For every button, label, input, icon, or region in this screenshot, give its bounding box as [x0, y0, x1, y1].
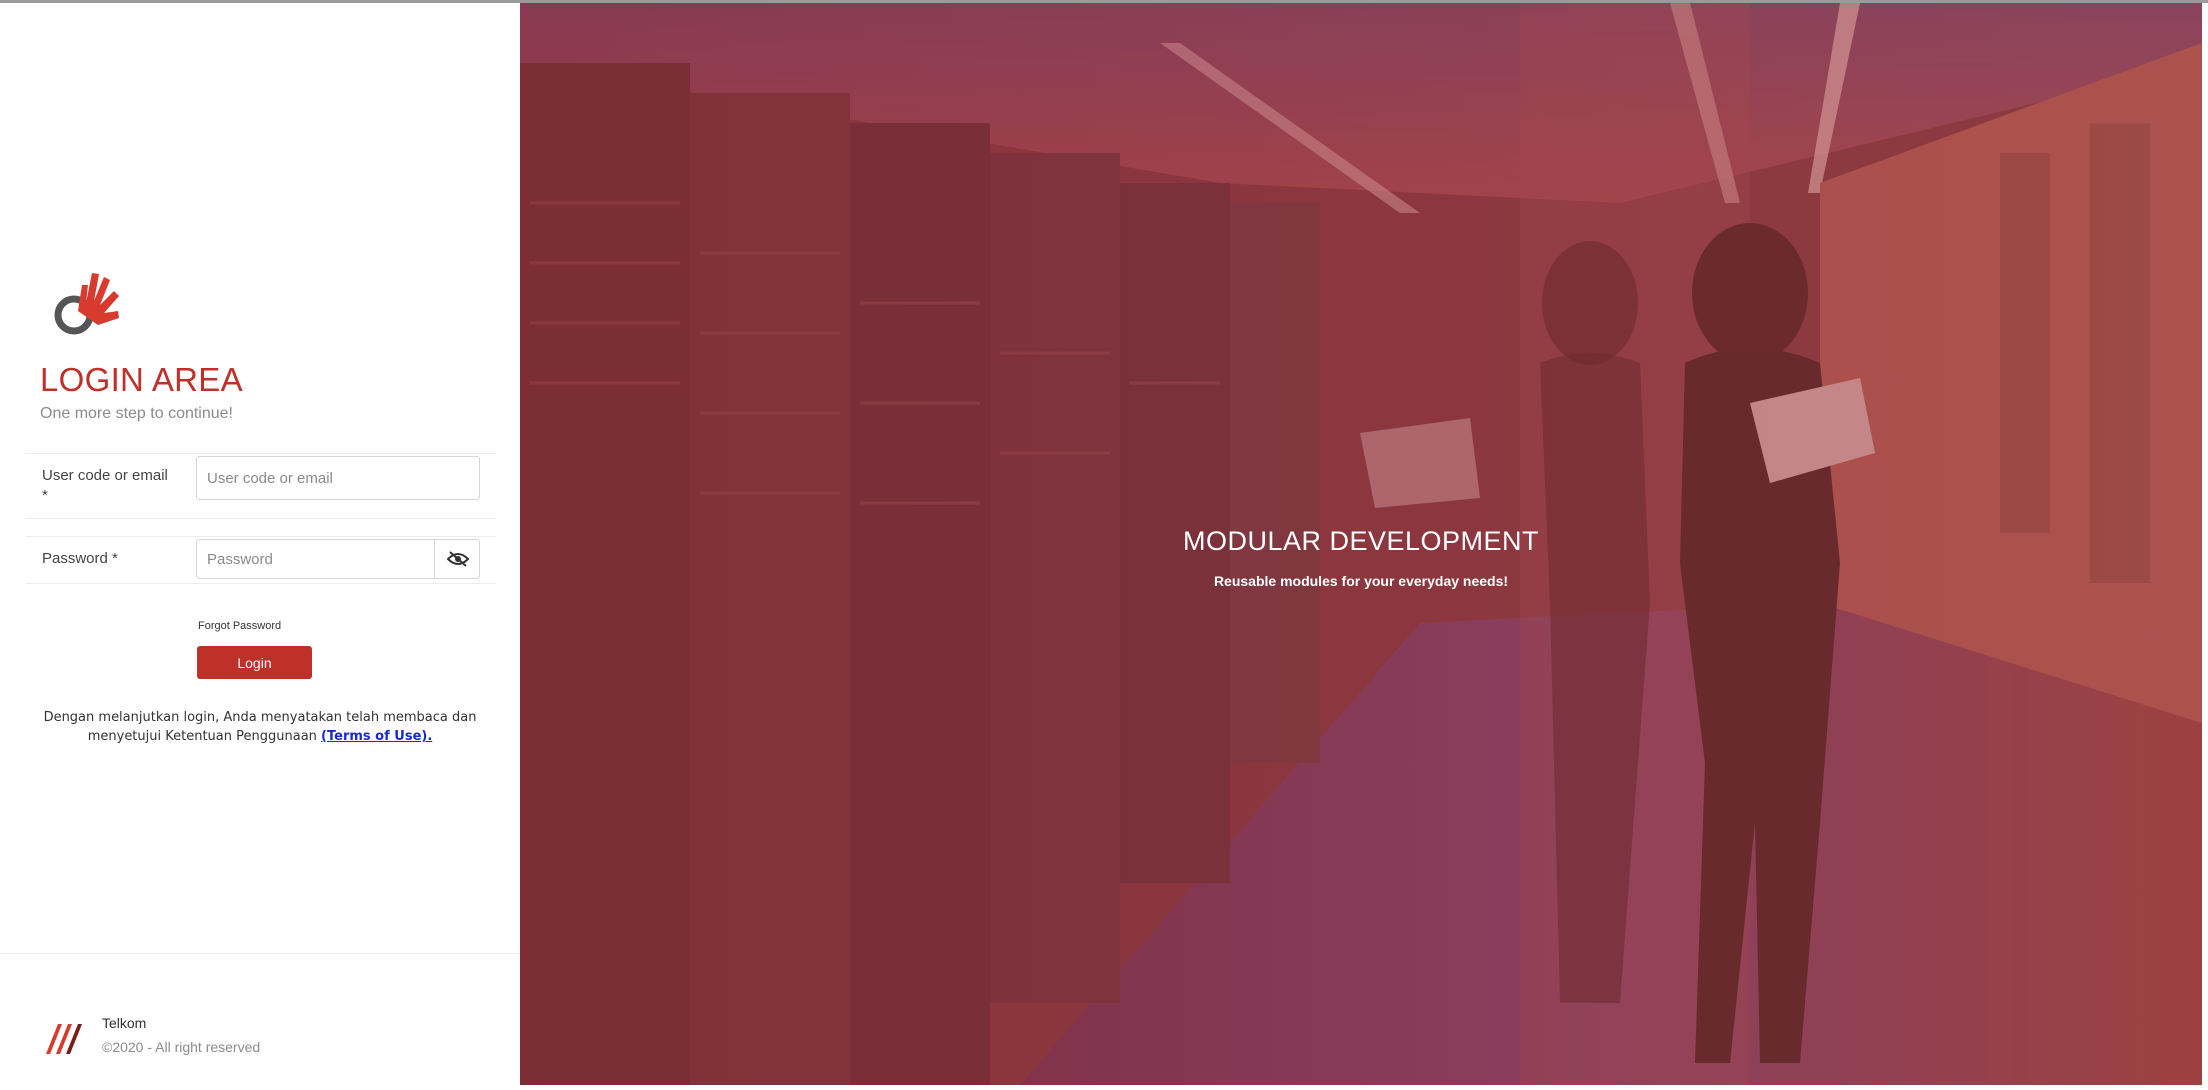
- login-button[interactable]: Login: [197, 646, 312, 679]
- eye-off-icon: [446, 551, 469, 567]
- telkom-logo-icon: [46, 1024, 82, 1054]
- terms-of-use-link[interactable]: (Terms of Use).: [321, 729, 432, 744]
- hero-subtitle: Reusable modules for your everyday needs…: [1213, 573, 1509, 589]
- terms-notice: Dengan melanjutkan login, Anda menyataka…: [30, 708, 490, 746]
- toggle-password-button[interactable]: [434, 539, 480, 579]
- hero-banner: MODULAR DEVELOPMENT Reusable modules for…: [520, 3, 2202, 1085]
- forgot-password-link[interactable]: Forgot Password: [198, 620, 281, 632]
- login-panel: LOGIN AREA One more step to continue! Us…: [0, 3, 520, 1087]
- hand-logo-icon: [54, 273, 119, 335]
- user-input[interactable]: [196, 456, 480, 500]
- required-marker: *: [42, 487, 48, 504]
- password-field-row: Password *: [26, 536, 496, 584]
- login-title: LOGIN AREA: [40, 361, 243, 398]
- password-field-label: Password *: [42, 550, 118, 567]
- hero-title: MODULAR DEVELOPMENT: [1182, 526, 1540, 556]
- user-label-text: User code or email: [42, 467, 168, 484]
- user-field-label: User code or email *: [42, 466, 202, 506]
- user-field-row: User code or email *: [26, 453, 496, 519]
- footer-company: Telkom: [102, 1015, 147, 1031]
- login-subtitle: One more step to continue!: [40, 405, 233, 422]
- footer-copyright: ©2020 - All right reserved: [102, 1039, 261, 1055]
- footer-divider: [0, 953, 520, 954]
